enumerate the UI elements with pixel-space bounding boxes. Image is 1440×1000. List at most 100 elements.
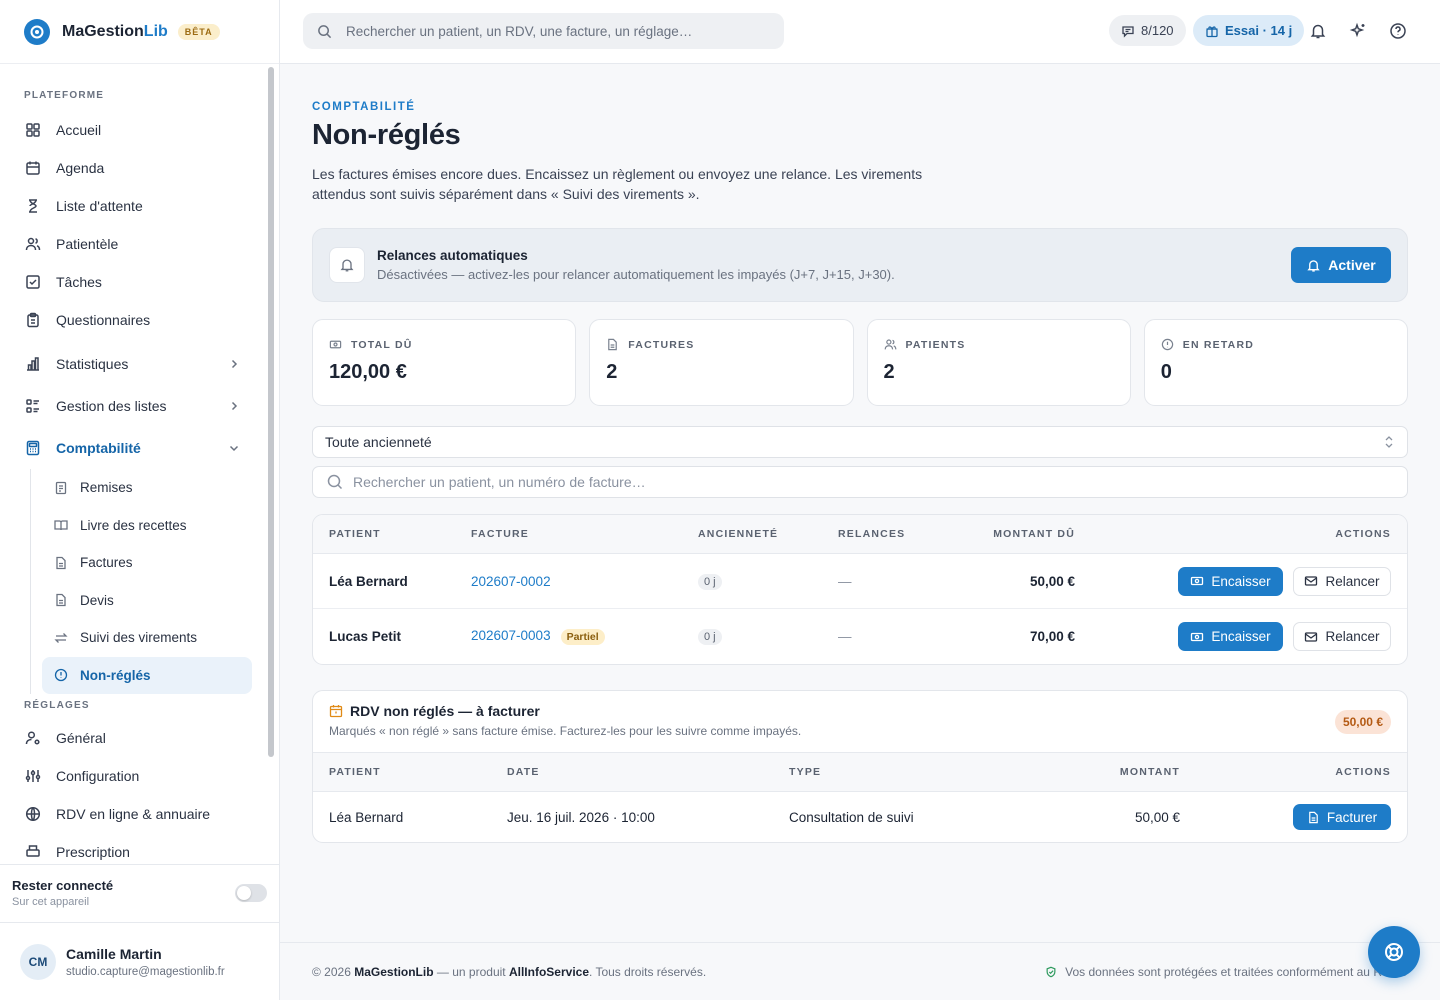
relancer-button[interactable]: Relancer (1293, 566, 1391, 596)
sidebar-item-comptabilite[interactable]: Comptabilité (12, 427, 252, 469)
sms-quota-badge[interactable]: 8/120 (1109, 15, 1186, 46)
sidebar-item-label: Suivi des virements (80, 630, 198, 646)
encaisser-button[interactable]: Encaisser (1178, 622, 1283, 651)
sidebar-item-label: RDV en ligne & annuaire (56, 806, 211, 822)
unbilled-subtitle: Marqués « non réglé » sans facture émise… (329, 724, 802, 738)
sidebar-item-prescription[interactable]: Prescription (12, 833, 252, 864)
sidebar-item-gestion-listes[interactable]: Gestion des listes (12, 385, 252, 427)
sidebar-item-non-regles[interactable]: Non-réglés (42, 656, 252, 694)
sidebar-scrollbar[interactable] (268, 67, 274, 757)
global-search-input[interactable]: Rechercher un patient, un RDV, une factu… (303, 13, 784, 49)
trial-label: Essai · 14 j (1225, 23, 1293, 38)
col-type[interactable]: TYPE (789, 766, 999, 778)
sidebar-item-livre-recettes[interactable]: Livre des recettes (42, 507, 252, 545)
table-header: PATIENT FACTURE ANCIENNETÉ RELANCES MONT… (313, 515, 1407, 554)
file-text-icon (606, 338, 619, 351)
sidebar-item-agenda[interactable]: Agenda (12, 149, 252, 187)
clock-alert-icon (1161, 338, 1174, 351)
global-search-placeholder: Rechercher un patient, un RDV, une factu… (346, 23, 693, 39)
topbar: Rechercher un patient, un RDV, une factu… (280, 0, 1440, 64)
section-label-platform: PLATEFORME (24, 90, 105, 101)
sidebar-item-configuration[interactable]: Configuration (12, 757, 252, 795)
help-icon[interactable] (1389, 22, 1407, 40)
banknote-icon (329, 338, 342, 351)
patient-name[interactable]: Lucas Petit (329, 629, 471, 644)
mail-icon (1304, 630, 1318, 644)
col-date[interactable]: DATE (507, 766, 789, 778)
sidebar-item-liste-attente[interactable]: Liste d'attente (12, 187, 252, 225)
sliders-icon (24, 767, 42, 785)
encaisser-label: Encaisser (1211, 573, 1271, 589)
bell-icon (329, 247, 365, 283)
auto-reminders-banner: Relances automatiques Désactivées — acti… (312, 228, 1408, 302)
col-relances[interactable]: RELANCES (838, 528, 938, 540)
unbilled-appointments-panel: RDV non réglés — à facturer Marqués « no… (312, 690, 1408, 843)
calendar-alert-icon (329, 704, 343, 718)
sidebar-item-devis[interactable]: Devis (42, 582, 252, 620)
partial-badge: Partiel (560, 629, 605, 645)
clipboard-icon (24, 311, 42, 329)
col-anciennete[interactable]: ANCIENNETÉ (698, 528, 838, 540)
encaisser-button[interactable]: Encaisser (1178, 566, 1283, 596)
col-montant[interactable]: MONTANT DÛ (938, 528, 1075, 540)
sidebar-item-statistiques[interactable]: Statistiques (12, 343, 252, 385)
user-name: Camille Martin (66, 945, 162, 962)
sidebar-item-general[interactable]: Général (12, 719, 252, 757)
sidebar-item-label: Accueil (56, 122, 102, 138)
col-actions: ACTIONS (1335, 766, 1391, 778)
facturer-button[interactable]: Facturer (1293, 804, 1391, 830)
sidebar-item-label: Tâches (56, 274, 102, 290)
stats-cards: TOTAL DÛ 120,00 € FACTURES 2 PATIENTS 2 … (312, 319, 1408, 406)
sidebar-item-patientele[interactable]: Patientèle (12, 225, 252, 263)
relancer-button[interactable]: Relancer (1293, 622, 1391, 651)
sidebar-item-questionnaires[interactable]: Questionnaires (12, 301, 252, 339)
col-patient[interactable]: PATIENT (329, 766, 507, 778)
col-montant[interactable]: MONTANT (999, 766, 1180, 778)
invoice-link[interactable]: 202607-0003 (471, 628, 551, 643)
sidebar-item-remises[interactable]: Remises (42, 469, 252, 507)
user-cog-icon (24, 729, 42, 747)
file-text-icon (1307, 811, 1320, 824)
sidebar-item-suivi-virements[interactable]: Suivi des virements (42, 619, 252, 657)
appointment-type: Consultation de suivi (789, 809, 914, 825)
calculator-icon (24, 439, 42, 457)
sidebar-item-label: Livre des recettes (80, 517, 187, 533)
sidebar-item-accueil[interactable]: Accueil (12, 111, 252, 149)
brand[interactable]: MaGestionLib BÊTA (0, 0, 279, 64)
user-profile[interactable]: CM Camille Martin studio.capture@magesti… (0, 922, 279, 1000)
page-eyebrow: COMPTABILITÉ (312, 101, 416, 113)
lifebuoy-icon (1383, 941, 1405, 963)
alert-circle-icon (54, 668, 68, 682)
support-button[interactable] (1368, 926, 1420, 978)
shield-check-icon (1045, 966, 1057, 978)
stat-card-total: TOTAL DÛ 120,00 € (312, 319, 577, 406)
avatar: CM (20, 943, 56, 980)
age-filter-value: Toute ancienneté (325, 434, 432, 450)
chevron-updown-icon (1383, 435, 1395, 449)
invoice-link[interactable]: 202607-0002 (471, 574, 551, 589)
trial-badge[interactable]: Essai · 14 j (1193, 15, 1305, 46)
activate-button-label: Activer (1328, 257, 1376, 273)
stat-card-patients: PATIENTS 2 (866, 319, 1131, 406)
sidebar-item-label: Prescription (56, 844, 130, 860)
file-text-icon (54, 556, 68, 570)
patient-name[interactable]: Léa Bernard (329, 810, 507, 825)
stat-label: FACTURES (628, 338, 695, 351)
sms-quota-value: 8/120 (1141, 23, 1174, 38)
bell-icon[interactable] (1309, 22, 1327, 40)
sidebar-item-factures[interactable]: Factures (42, 544, 252, 582)
patient-name[interactable]: Léa Bernard (329, 574, 471, 589)
col-facture[interactable]: FACTURE (471, 528, 698, 540)
comptabilite-submenu: Remises Livre des recettes Factures Devi… (30, 469, 252, 694)
sidebar-item-taches[interactable]: Tâches (12, 263, 252, 301)
sparkles-icon[interactable] (1349, 22, 1367, 40)
invoice-search-input[interactable]: Rechercher un patient, un numéro de fact… (312, 466, 1408, 498)
age-filter-select[interactable]: Toute ancienneté (312, 426, 1408, 458)
table-row: Lucas Petit 202607-0003 Partiel 0 j — 70,… (313, 609, 1407, 664)
stay-connected-toggle[interactable] (235, 884, 267, 902)
stat-value: 2 (606, 361, 618, 383)
col-patient[interactable]: PATIENT (329, 528, 471, 540)
activate-button[interactable]: Activer (1291, 247, 1391, 283)
chevron-right-icon (228, 400, 240, 412)
sidebar-item-rdv-en-ligne[interactable]: RDV en ligne & annuaire (12, 795, 252, 833)
